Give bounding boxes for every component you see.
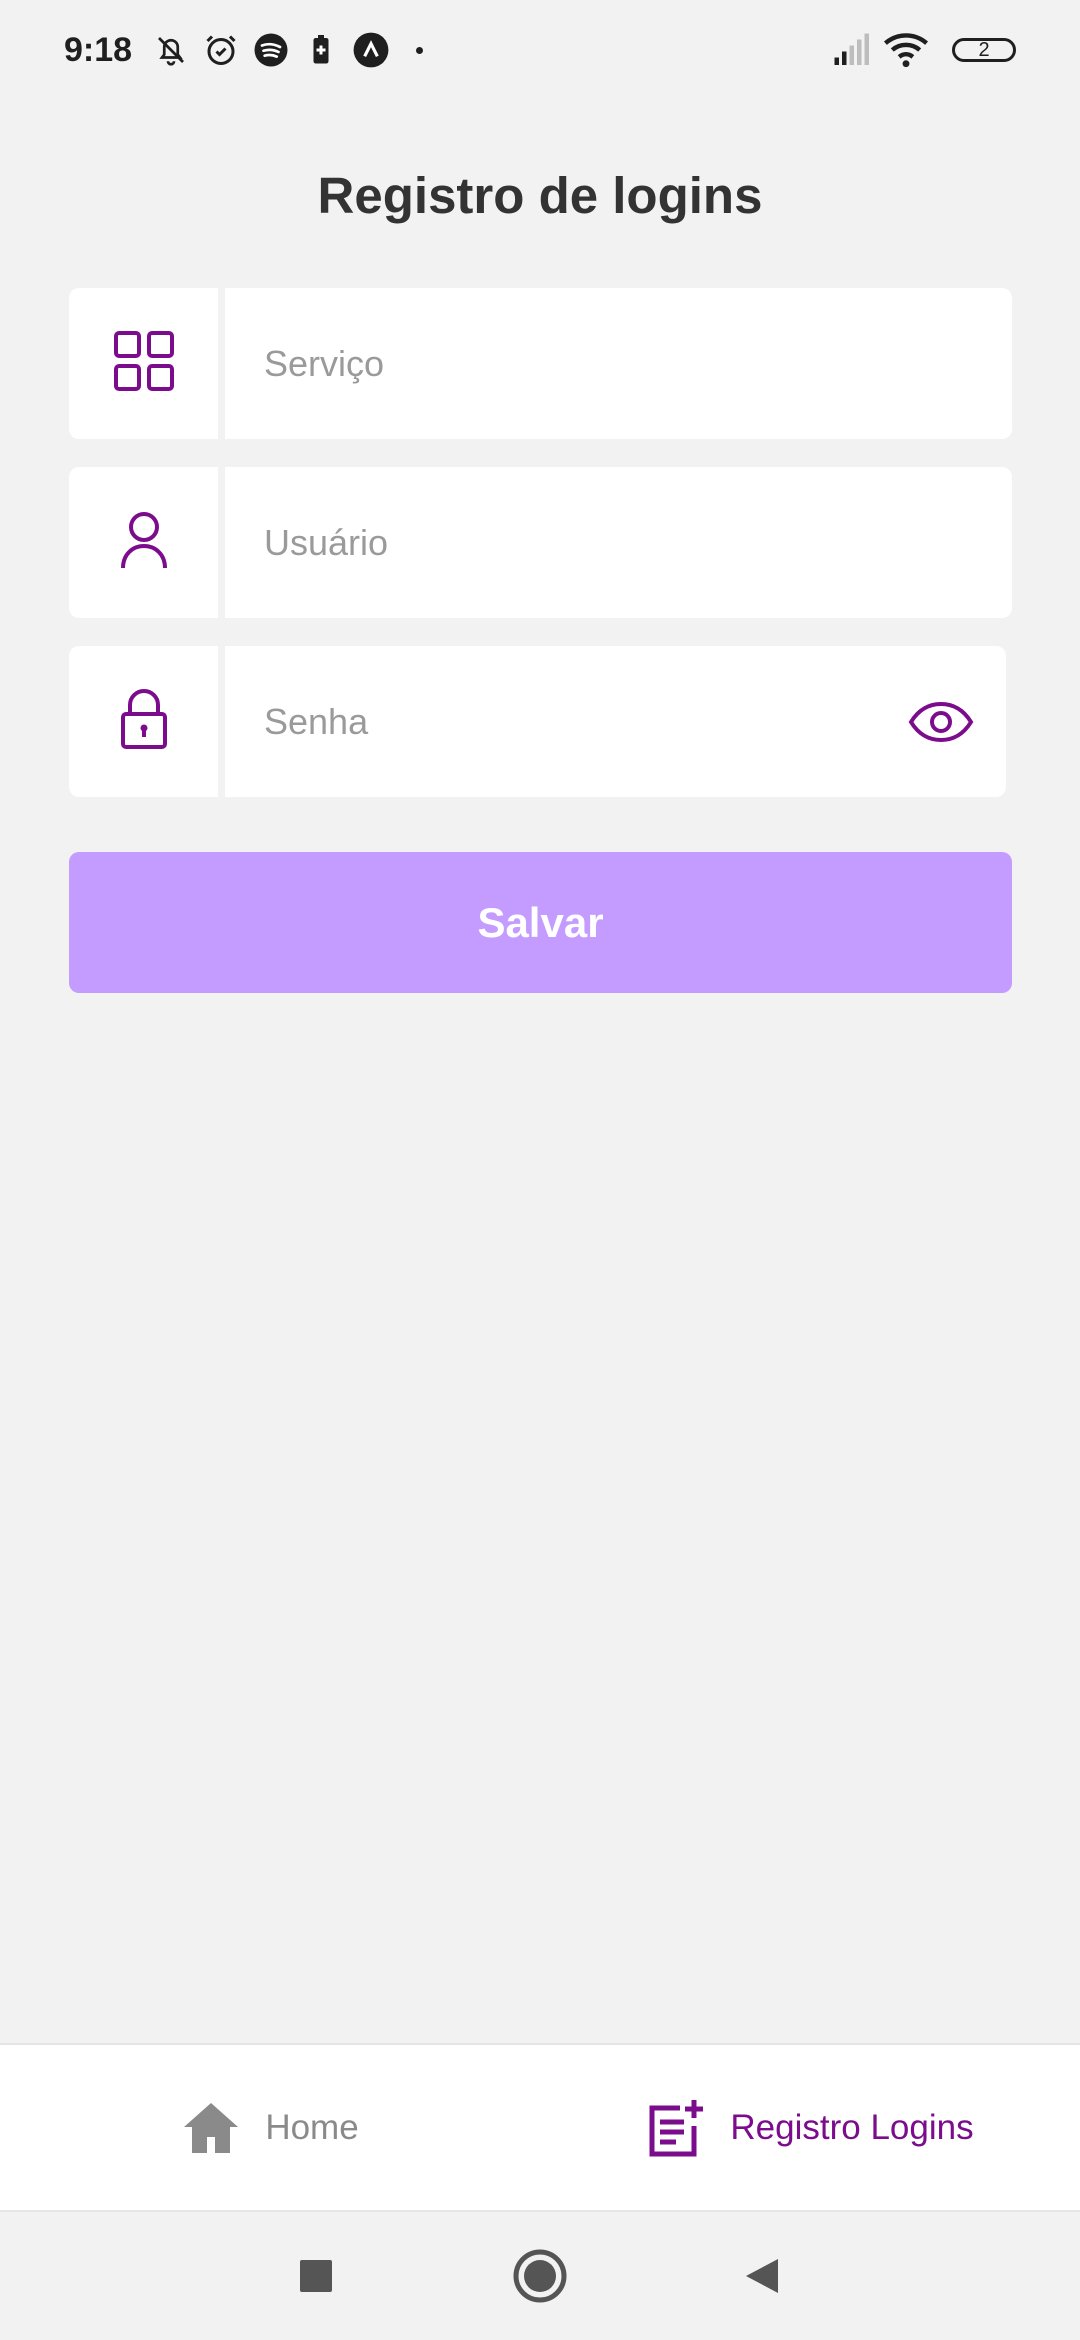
app-notification-icon bbox=[350, 29, 392, 71]
password-field-row bbox=[69, 646, 1006, 797]
battery-level: 2 bbox=[978, 38, 990, 61]
user-icon-box bbox=[69, 467, 218, 618]
grid-icon bbox=[113, 330, 175, 397]
password-input-box bbox=[225, 646, 1006, 797]
muted-bell-icon bbox=[150, 29, 192, 71]
spotify-icon bbox=[250, 29, 292, 71]
bottom-tab-bar: Home Registro Logins bbox=[0, 2043, 1080, 2210]
tab-home[interactable]: Home bbox=[0, 2045, 540, 2210]
status-time: 9:18 bbox=[64, 30, 133, 69]
recents-square-icon[interactable] bbox=[299, 2259, 333, 2293]
service-icon-box bbox=[69, 288, 218, 439]
tab-registro-logins[interactable]: Registro Logins bbox=[540, 2045, 1080, 2210]
user-input[interactable] bbox=[262, 520, 982, 565]
battery-icon: 2 bbox=[952, 38, 1016, 62]
status-bar: 9:18 2 bbox=[0, 0, 1080, 100]
home-icon bbox=[181, 2098, 241, 2158]
page-title: Registro de logins bbox=[317, 167, 763, 224]
add-note-icon bbox=[646, 2098, 706, 2158]
service-input-box bbox=[225, 288, 1012, 439]
save-button[interactable]: Salvar bbox=[69, 852, 1012, 993]
eye-icon[interactable] bbox=[906, 692, 976, 752]
status-bar-left: 9:18 bbox=[64, 29, 424, 71]
status-bar-right: 2 bbox=[830, 29, 1016, 71]
service-input[interactable] bbox=[262, 341, 982, 386]
home-circle-icon[interactable] bbox=[512, 2248, 568, 2304]
user-icon bbox=[119, 510, 169, 575]
tab-home-label: Home bbox=[265, 2107, 359, 2147]
service-field-row bbox=[69, 288, 1012, 439]
notification-dot bbox=[416, 46, 424, 54]
user-field-row bbox=[69, 467, 1012, 618]
battery-saver-icon bbox=[300, 29, 342, 71]
alarm-icon bbox=[200, 29, 242, 71]
password-icon-box bbox=[69, 646, 218, 797]
tab-registro-logins-label: Registro Logins bbox=[730, 2107, 974, 2147]
lock-icon bbox=[120, 688, 168, 755]
back-triangle-icon[interactable] bbox=[742, 2256, 782, 2296]
password-input[interactable] bbox=[262, 699, 906, 744]
wifi-icon bbox=[880, 29, 932, 71]
signal-icon bbox=[830, 29, 872, 71]
system-nav-bar bbox=[0, 2210, 1080, 2340]
user-input-box bbox=[225, 467, 1012, 618]
